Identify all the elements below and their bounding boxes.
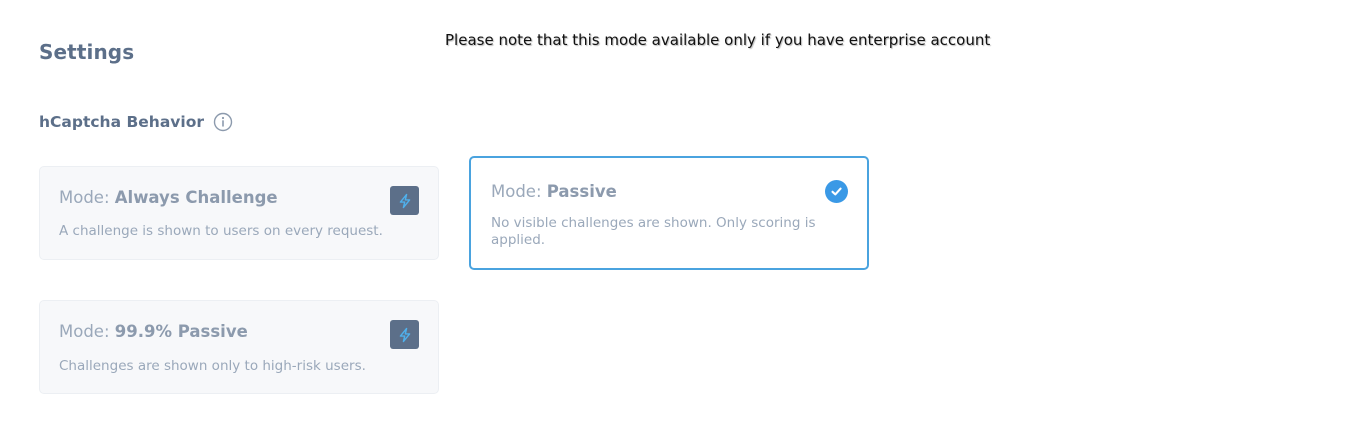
- mode-card-99-9-passive[interactable]: Mode: 99.9% Passive Challenges are shown…: [39, 300, 439, 394]
- selected-check-badge: [825, 180, 848, 203]
- mode-name: 99.9% Passive: [114, 322, 248, 341]
- lightning-bolt-icon: [397, 193, 413, 209]
- mode-description: A challenge is shown to users on every r…: [59, 223, 383, 239]
- check-icon: [830, 185, 843, 198]
- mode-title: Mode: 99.9% Passive: [59, 322, 248, 341]
- mode-description: Challenges are shown only to high-risk u…: [59, 358, 366, 374]
- settings-page: Settings Please note that this mode avai…: [0, 0, 1367, 424]
- mode-action-button[interactable]: [390, 186, 419, 215]
- mode-card-passive[interactable]: Mode: Passive No visible challenges are …: [469, 156, 869, 270]
- behavior-section-label: hCaptcha Behavior: [39, 112, 233, 132]
- mode-title: Mode: Always Challenge: [59, 188, 278, 207]
- mode-name: Always Challenge: [114, 188, 278, 207]
- mode-description: No visible challenges are shown. Only sc…: [491, 215, 816, 248]
- mode-card-always-challenge[interactable]: Mode: Always Challenge A challenge is sh…: [39, 166, 439, 260]
- info-circle-icon[interactable]: [213, 112, 233, 132]
- mode-name: Passive: [546, 182, 617, 201]
- mode-title: Mode: Passive: [491, 182, 617, 201]
- mode-prefix: Mode:: [59, 322, 110, 341]
- mode-prefix: Mode:: [59, 188, 110, 207]
- mode-prefix: Mode:: [491, 182, 542, 201]
- page-title: Settings: [39, 40, 135, 64]
- behavior-label: hCaptcha Behavior: [39, 113, 204, 131]
- lightning-bolt-icon: [397, 327, 413, 343]
- mode-action-button[interactable]: [390, 320, 419, 349]
- enterprise-notice: Please note that this mode available onl…: [445, 31, 991, 49]
